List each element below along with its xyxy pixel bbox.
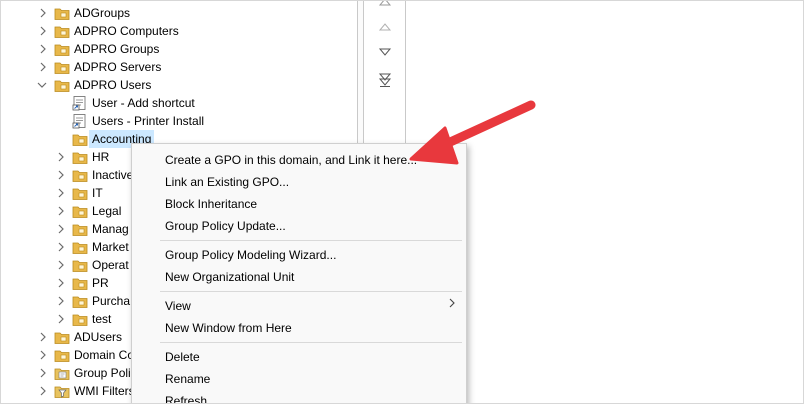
annotation-arrow-icon — [409, 100, 536, 165]
gpmc-window: ADGroups ADPRO Computers ADPRO Groups AD… — [0, 0, 804, 404]
